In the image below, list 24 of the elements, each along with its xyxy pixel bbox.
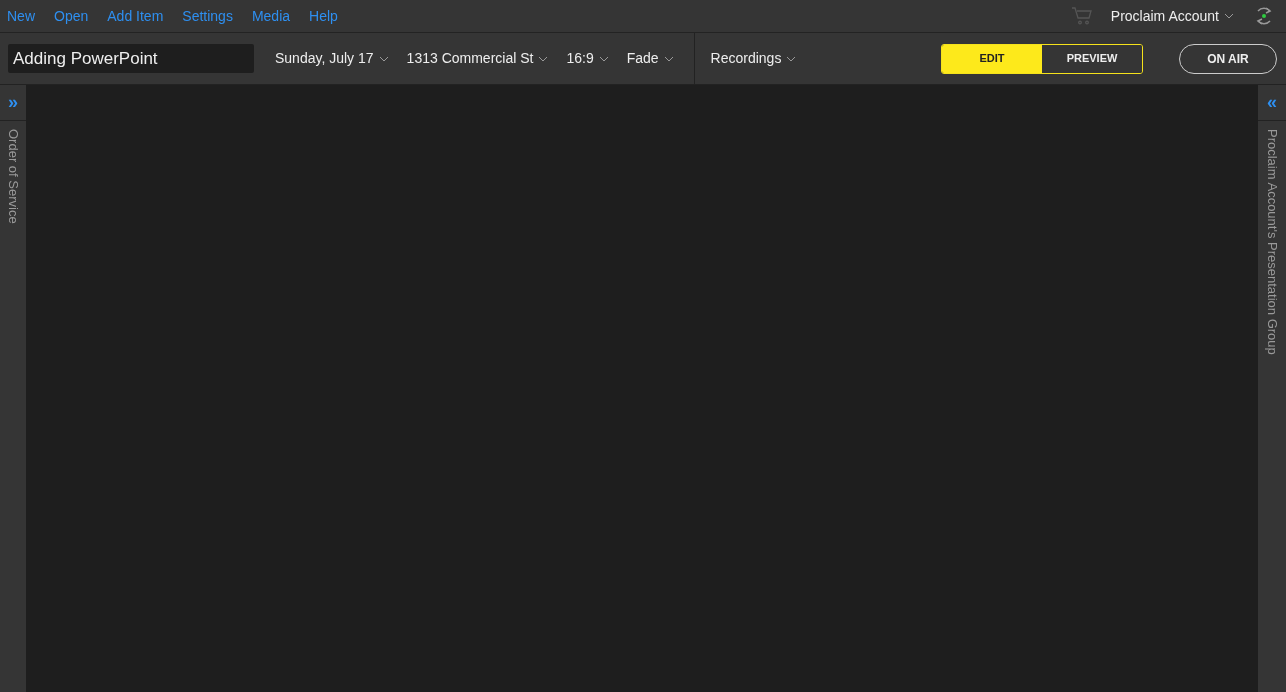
toolbar-dropdown[interactable]: 16:9 — [566, 48, 609, 69]
menu-item[interactable]: Media — [251, 5, 291, 27]
menu-item[interactable]: New — [7, 5, 35, 27]
chevron-icon — [663, 55, 674, 62]
chevron-icon — [378, 55, 389, 62]
menu-item[interactable]: Add Item — [107, 5, 164, 27]
toolbar-dropdown[interactable]: 1313 Commercial St — [406, 48, 549, 69]
toolbar-dropdown[interactable]: Fade — [626, 48, 674, 69]
mode-tab[interactable]: EDIT — [942, 44, 1042, 73]
toolbar-dropdown[interactable]: Sunday, July 17 — [275, 48, 389, 69]
chevron-icon — [538, 55, 549, 62]
panel-title[interactable]: Order of Service — [3, 129, 23, 224]
panel-title[interactable]: Proclaim Account's Presentation Group — [1262, 129, 1282, 355]
menu-item[interactable]: Settings — [182, 5, 233, 27]
chevron-icon — [786, 55, 797, 62]
title-field[interactable]: Adding PowerPoint — [8, 44, 254, 73]
chevron-icon — [598, 55, 609, 62]
collapse-panel-button[interactable]: « — [1258, 85, 1286, 121]
account-dropdown[interactable]: Proclaim Account — [1110, 5, 1234, 27]
menu-item[interactable]: Open — [54, 5, 89, 27]
recordings-dropdown[interactable]: Recordings — [710, 48, 797, 69]
sync-icon[interactable] — [1254, 5, 1274, 27]
chevron-icon — [1224, 13, 1234, 19]
menu-item[interactable]: Help — [309, 5, 338, 27]
